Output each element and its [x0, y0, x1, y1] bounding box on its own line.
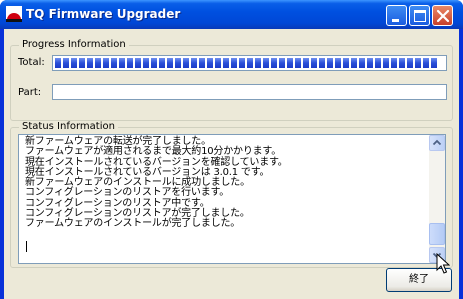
progress-segment	[231, 58, 237, 68]
progress-segment	[223, 58, 229, 68]
progress-segment	[79, 58, 85, 68]
close-button[interactable]	[432, 5, 453, 26]
status-log-lines: 新ファームウェアの転送が完了しました。 ファームウェアが適用されるまで最大約10…	[25, 136, 425, 230]
progress-segment	[287, 58, 293, 68]
window-client-area: Progress Information Total: Part: Status…	[4, 29, 459, 299]
progress-segment	[399, 58, 405, 68]
progress-segment	[239, 58, 245, 68]
progress-segment	[111, 58, 117, 68]
minimize-button[interactable]	[386, 5, 407, 26]
progress-segment	[415, 58, 421, 68]
progress-segment	[247, 58, 253, 68]
tq-logo-icon	[6, 6, 22, 22]
progress-segment	[271, 58, 277, 68]
progress-segment	[263, 58, 269, 68]
progress-segment	[391, 58, 397, 68]
progress-segment	[311, 58, 317, 68]
progress-segment	[375, 58, 381, 68]
progress-segment	[119, 58, 125, 68]
status-log-textarea[interactable]: 新ファームウェアの転送が完了しました。 ファームウェアが適用されるまで最大約10…	[18, 134, 446, 264]
text-caret	[26, 241, 27, 252]
part-label: Part:	[18, 87, 42, 98]
progress-segment	[215, 58, 221, 68]
progress-segment	[183, 58, 189, 68]
progress-segment	[335, 58, 341, 68]
total-progress-bar	[52, 55, 447, 71]
progress-segment	[55, 58, 61, 68]
progress-segment	[319, 58, 325, 68]
progress-information-group: Progress Information Total: Part:	[10, 39, 453, 121]
log-line: ファームウェアのインストールが完了しました。	[25, 218, 241, 230]
total-progress-fill	[55, 58, 444, 68]
scroll-up-button[interactable]	[429, 135, 445, 151]
mouse-pointer-icon	[436, 253, 450, 274]
progress-segment	[87, 58, 93, 68]
progress-segment	[367, 58, 373, 68]
progress-segment	[343, 58, 349, 68]
minimize-icon	[392, 19, 399, 22]
title-bar[interactable]: TQ Firmware Upgrader	[0, 0, 463, 29]
progress-segment	[95, 58, 101, 68]
progress-segment	[359, 58, 365, 68]
progress-segment	[303, 58, 309, 68]
progress-segment	[351, 58, 357, 68]
app-window: TQ Firmware Upgrader Progress Informatio…	[0, 0, 463, 299]
progress-segment	[199, 58, 205, 68]
progress-segment	[295, 58, 301, 68]
maximize-button[interactable]	[409, 5, 430, 26]
status-log-scrollbar[interactable]	[429, 135, 445, 263]
progress-segment	[407, 58, 413, 68]
chevron-up-icon	[432, 139, 442, 146]
progress-segment	[175, 58, 181, 68]
progress-segment	[167, 58, 173, 68]
progress-segment	[127, 58, 133, 68]
progress-segment	[431, 58, 437, 68]
progress-segment	[327, 58, 333, 68]
progress-segment	[279, 58, 285, 68]
progress-segment	[63, 58, 69, 68]
progress-segment	[135, 58, 141, 68]
total-label: Total:	[18, 57, 45, 68]
progress-segment	[207, 58, 213, 68]
progress-segment	[159, 58, 165, 68]
close-icon	[436, 9, 450, 23]
progress-segment	[255, 58, 261, 68]
progress-segment	[71, 58, 77, 68]
progress-segment	[143, 58, 149, 68]
progress-group-legend: Progress Information	[19, 39, 129, 50]
progress-segment	[383, 58, 389, 68]
progress-segment	[151, 58, 157, 68]
scroll-thumb[interactable]	[429, 223, 445, 245]
status-group-legend: Status Information	[19, 121, 118, 132]
progress-segment	[191, 58, 197, 68]
maximize-icon	[414, 10, 426, 22]
window-title: TQ Firmware Upgrader	[26, 7, 181, 21]
progress-segment	[423, 58, 429, 68]
progress-segment	[103, 58, 109, 68]
part-progress-bar	[52, 84, 447, 100]
status-information-group: Status Information 新ファームウェアの転送が完了しました。 フ…	[10, 121, 453, 268]
